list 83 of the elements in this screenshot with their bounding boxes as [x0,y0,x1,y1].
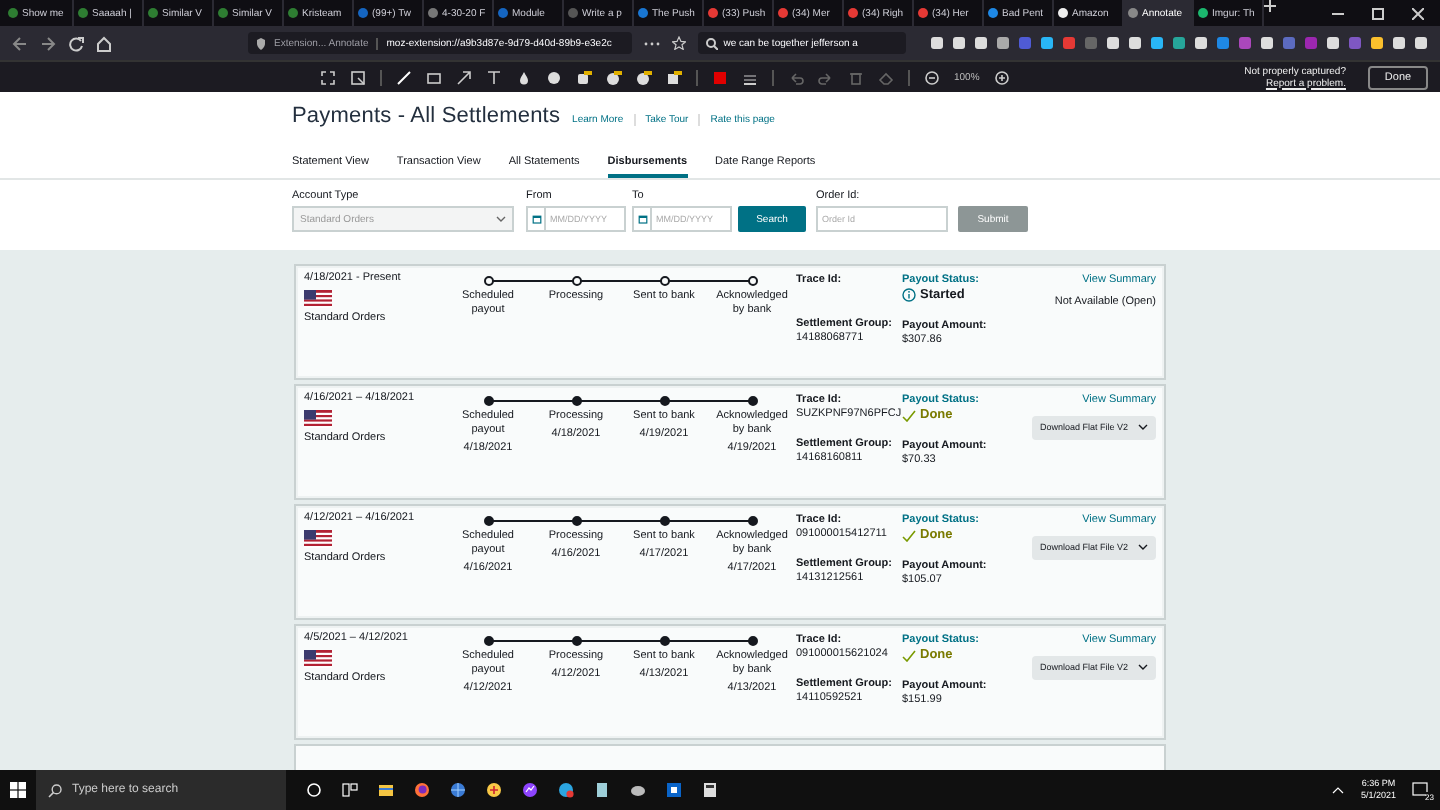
reload-icon[interactable] [68,35,84,51]
delete-icon[interactable] [848,69,864,85]
caret-icon [1138,664,1148,671]
close-icon[interactable] [1412,7,1424,19]
notification-icon[interactable] [1412,782,1428,798]
blur-icon[interactable] [546,69,562,85]
tab-favicon-icon [778,8,788,18]
line-width-icon[interactable] [742,69,758,85]
disk-icon[interactable] [630,782,646,798]
tab-favicon-icon [988,8,998,18]
calendar-button[interactable] [526,206,546,232]
redo-icon[interactable] [818,69,834,85]
checkmark-icon [902,649,916,662]
mail-icon[interactable] [666,782,682,798]
pen-icon[interactable] [396,69,412,85]
tab-favicon-icon [918,8,928,18]
windows-logo-icon [10,782,26,798]
sticker-icon[interactable] [636,69,652,85]
tab-favicon-icon [638,8,648,18]
app-icon[interactable] [486,782,502,798]
flag-icon [304,289,332,308]
arrow-icon[interactable] [456,69,472,85]
circle-icon[interactable] [306,782,322,798]
flag-icon [304,649,332,668]
tab-favicon-icon [1058,8,1068,18]
flag-icon [304,409,332,428]
tab-favicon-icon [358,8,368,18]
chevron-up-icon[interactable] [1332,786,1345,794]
tab-favicon-icon [568,8,578,18]
calendar-icon [531,214,541,224]
text-tool-icon[interactable] [486,69,502,85]
checkmark-icon [902,409,916,422]
rectangle-icon[interactable] [426,69,442,85]
minimize-icon[interactable] [1332,7,1344,19]
folder-icon[interactable] [378,782,394,798]
tab-favicon-icon [1198,8,1208,18]
calendar-icon [637,214,647,224]
tab-favicon-icon [288,8,298,18]
eraser-icon[interactable] [878,69,894,85]
info-icon [902,288,916,303]
sticker-icon[interactable] [576,69,592,85]
caret-icon [1138,544,1148,551]
paper-plane-icon[interactable] [558,782,574,798]
caret-icon [1138,424,1148,431]
page-title: Payments - All Settlements [292,104,561,128]
undo-icon[interactable] [788,69,804,85]
checkmark-icon [902,529,916,542]
shield-icon [256,37,266,49]
home-icon[interactable] [96,35,112,51]
chevron-down-icon [496,216,506,222]
tab-favicon-icon [218,8,228,18]
maximize-icon[interactable] [1372,7,1384,19]
calendar-button[interactable] [632,206,652,232]
color-swatch-icon[interactable] [712,69,728,85]
browser-icon[interactable] [414,782,430,798]
select-region-icon[interactable] [320,69,336,85]
search-icon [48,783,62,797]
drop-icon[interactable] [516,69,532,85]
tab-favicon-icon [428,8,438,18]
back-icon[interactable] [12,35,28,51]
bookmark-star-icon[interactable] [671,36,686,50]
forward-icon[interactable] [40,35,56,51]
new-tab-icon[interactable] [1264,0,1276,12]
tab-favicon-icon [708,8,718,18]
tab-favicon-icon [148,8,158,18]
calculator-icon[interactable] [702,782,718,798]
tab-favicon-icon [498,8,508,18]
globe-icon[interactable] [450,782,466,798]
notepad-icon[interactable] [594,782,610,798]
tab-favicon-icon [8,8,18,18]
sticker-icon[interactable] [606,69,622,85]
tab-favicon-icon [1128,8,1138,18]
search-icon [705,37,718,49]
more-icon[interactable] [643,37,660,49]
task-view-icon[interactable] [342,782,358,798]
flag-icon [304,529,332,548]
crop-icon[interactable] [350,69,366,85]
sticker-icon[interactable] [666,69,682,85]
tab-favicon-icon [78,8,88,18]
zoom-out-icon[interactable] [924,69,940,85]
zoom-in-icon[interactable] [993,69,1010,85]
chat-bubble-icon[interactable] [522,782,538,798]
tab-favicon-icon [848,8,858,18]
